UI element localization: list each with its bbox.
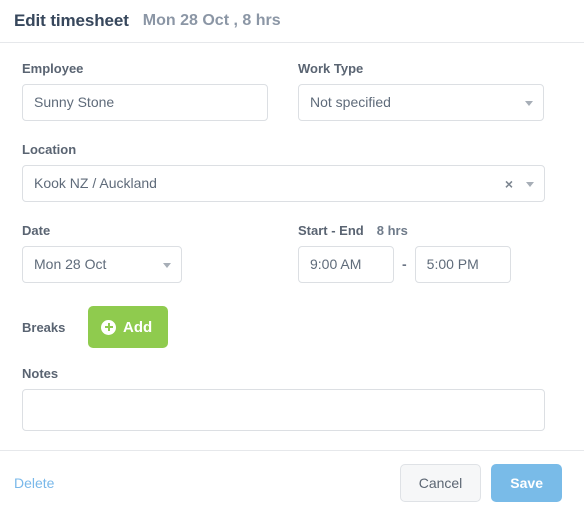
- employee-field: Employee Sunny Stone: [22, 61, 298, 121]
- plus-circle-icon: [101, 319, 116, 335]
- date-select[interactable]: Mon 28 Oct: [22, 246, 182, 283]
- time-field-group: Start - End 8 hrs 9:00 AM - 5:00 PM: [298, 223, 562, 299]
- modal-footer: Delete Cancel Save: [0, 450, 584, 514]
- employee-input[interactable]: Sunny Stone: [22, 84, 268, 121]
- location-select[interactable]: Kook NZ / Auckland: [22, 165, 545, 202]
- notes-input[interactable]: [22, 389, 545, 431]
- delete-link[interactable]: Delete: [8, 471, 60, 495]
- date-field: Date Mon 28 Oct: [22, 223, 298, 288]
- work-type-field: Work Type Not specified: [298, 61, 562, 126]
- end-time-input[interactable]: 5:00 PM: [414, 246, 511, 283]
- start-end-label-text: Start - End: [298, 223, 364, 238]
- location-label: Location: [22, 142, 77, 157]
- start-end-field: Start - End 8 hrs 9:00 AM - 5:00 PM: [298, 223, 562, 283]
- breaks-row: Breaks Add: [22, 306, 562, 348]
- date-select-wrap[interactable]: Mon 28 Oct: [22, 246, 182, 283]
- worktype-field-group: Work Type Not specified: [298, 61, 562, 142]
- date-field-group: Date Mon 28 Oct: [22, 223, 298, 304]
- notes-field: Notes: [22, 366, 562, 431]
- work-type-label: Work Type: [298, 61, 364, 76]
- location-select-wrap[interactable]: Kook NZ / Auckland ×: [22, 165, 545, 202]
- time-separator: -: [402, 256, 407, 272]
- save-button[interactable]: Save: [491, 463, 562, 502]
- work-type-select[interactable]: Not specified: [298, 84, 544, 121]
- start-time-input[interactable]: 9:00 AM: [298, 246, 394, 283]
- work-type-select-wrap[interactable]: Not specified: [298, 84, 544, 121]
- time-inputs: 9:00 AM - 5:00 PM: [298, 246, 562, 283]
- cancel-button[interactable]: Cancel: [399, 463, 482, 502]
- location-field: Location Kook NZ / Auckland ×: [22, 142, 562, 207]
- date-label: Date: [22, 223, 51, 238]
- add-break-button[interactable]: Add: [88, 306, 169, 348]
- employee-label: Employee: [22, 61, 84, 76]
- start-end-label: Start - End 8 hrs: [298, 223, 562, 239]
- employee-field-group: Employee Sunny Stone: [22, 61, 298, 137]
- page-title: Edit timesheet: [14, 11, 129, 30]
- notes-label: Notes: [22, 366, 59, 381]
- edit-timesheet-modal: Edit timesheet Mon 28 Oct , 8 hrs Employ…: [0, 0, 584, 514]
- timesheet-summary: Mon 28 Oct , 8 hrs: [142, 12, 281, 29]
- modal-header: Edit timesheet Mon 28 Oct , 8 hrs: [0, 0, 584, 43]
- duration-text: 8 hrs: [376, 223, 408, 238]
- modal-body: Employee Sunny Stone Work Type Not speci…: [0, 43, 584, 450]
- row-employee-worktype: Employee Sunny Stone Work Type Not speci…: [22, 61, 562, 142]
- close-icon[interactable]: ×: [505, 176, 513, 192]
- row-date-time: Date Mon 28 Oct Start - End 8 hrs 9:00 AM…: [22, 223, 562, 304]
- breaks-label: Breaks: [22, 319, 66, 335]
- add-break-label: Add: [123, 318, 153, 336]
